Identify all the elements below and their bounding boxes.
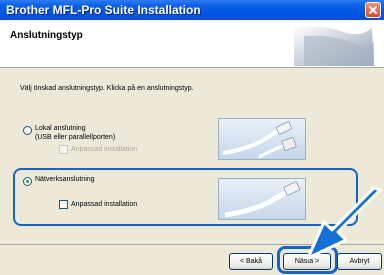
network-cable-image — [218, 178, 306, 220]
pointer-arrow-icon — [306, 186, 382, 260]
checkbox-network-custom-install[interactable] — [59, 200, 68, 209]
local-custom-install-label: Anpassad installation — [71, 146, 138, 153]
close-button[interactable] — [365, 2, 381, 18]
network-custom-install-label: Anpassad installation — [71, 201, 138, 208]
usb-cable-image — [218, 118, 306, 160]
local-connection-sublabel: (USB eller parallellporten) — [35, 134, 116, 141]
usb-cable-icon — [222, 121, 297, 159]
network-connection-label: Nätverksanslutning — [35, 176, 95, 183]
local-connection-label: Lokal anslutning — [35, 125, 86, 132]
header-graphic — [294, 26, 374, 66]
title-bar: Brother MFL-Pro Suite Installation — [0, 0, 384, 20]
header-panel: Anslutningstyp — [0, 20, 384, 68]
installer-dialog: Brother MFL-Pro Suite Installation Anslu… — [0, 0, 384, 275]
back-button[interactable]: < Bakå — [229, 253, 273, 270]
close-icon — [369, 6, 377, 14]
page-title: Anslutningstyp — [10, 30, 83, 41]
checkbox-local-custom-install[interactable] — [59, 145, 68, 154]
radio-local-connection[interactable] — [23, 126, 32, 135]
instruction-text: Välj önskad anslutningstyp. Klicka på en… — [20, 85, 194, 92]
network-cable-icon — [224, 181, 301, 218]
window-title: Brother MFL-Pro Suite Installation — [6, 3, 201, 17]
radio-network-connection[interactable] — [23, 177, 32, 186]
